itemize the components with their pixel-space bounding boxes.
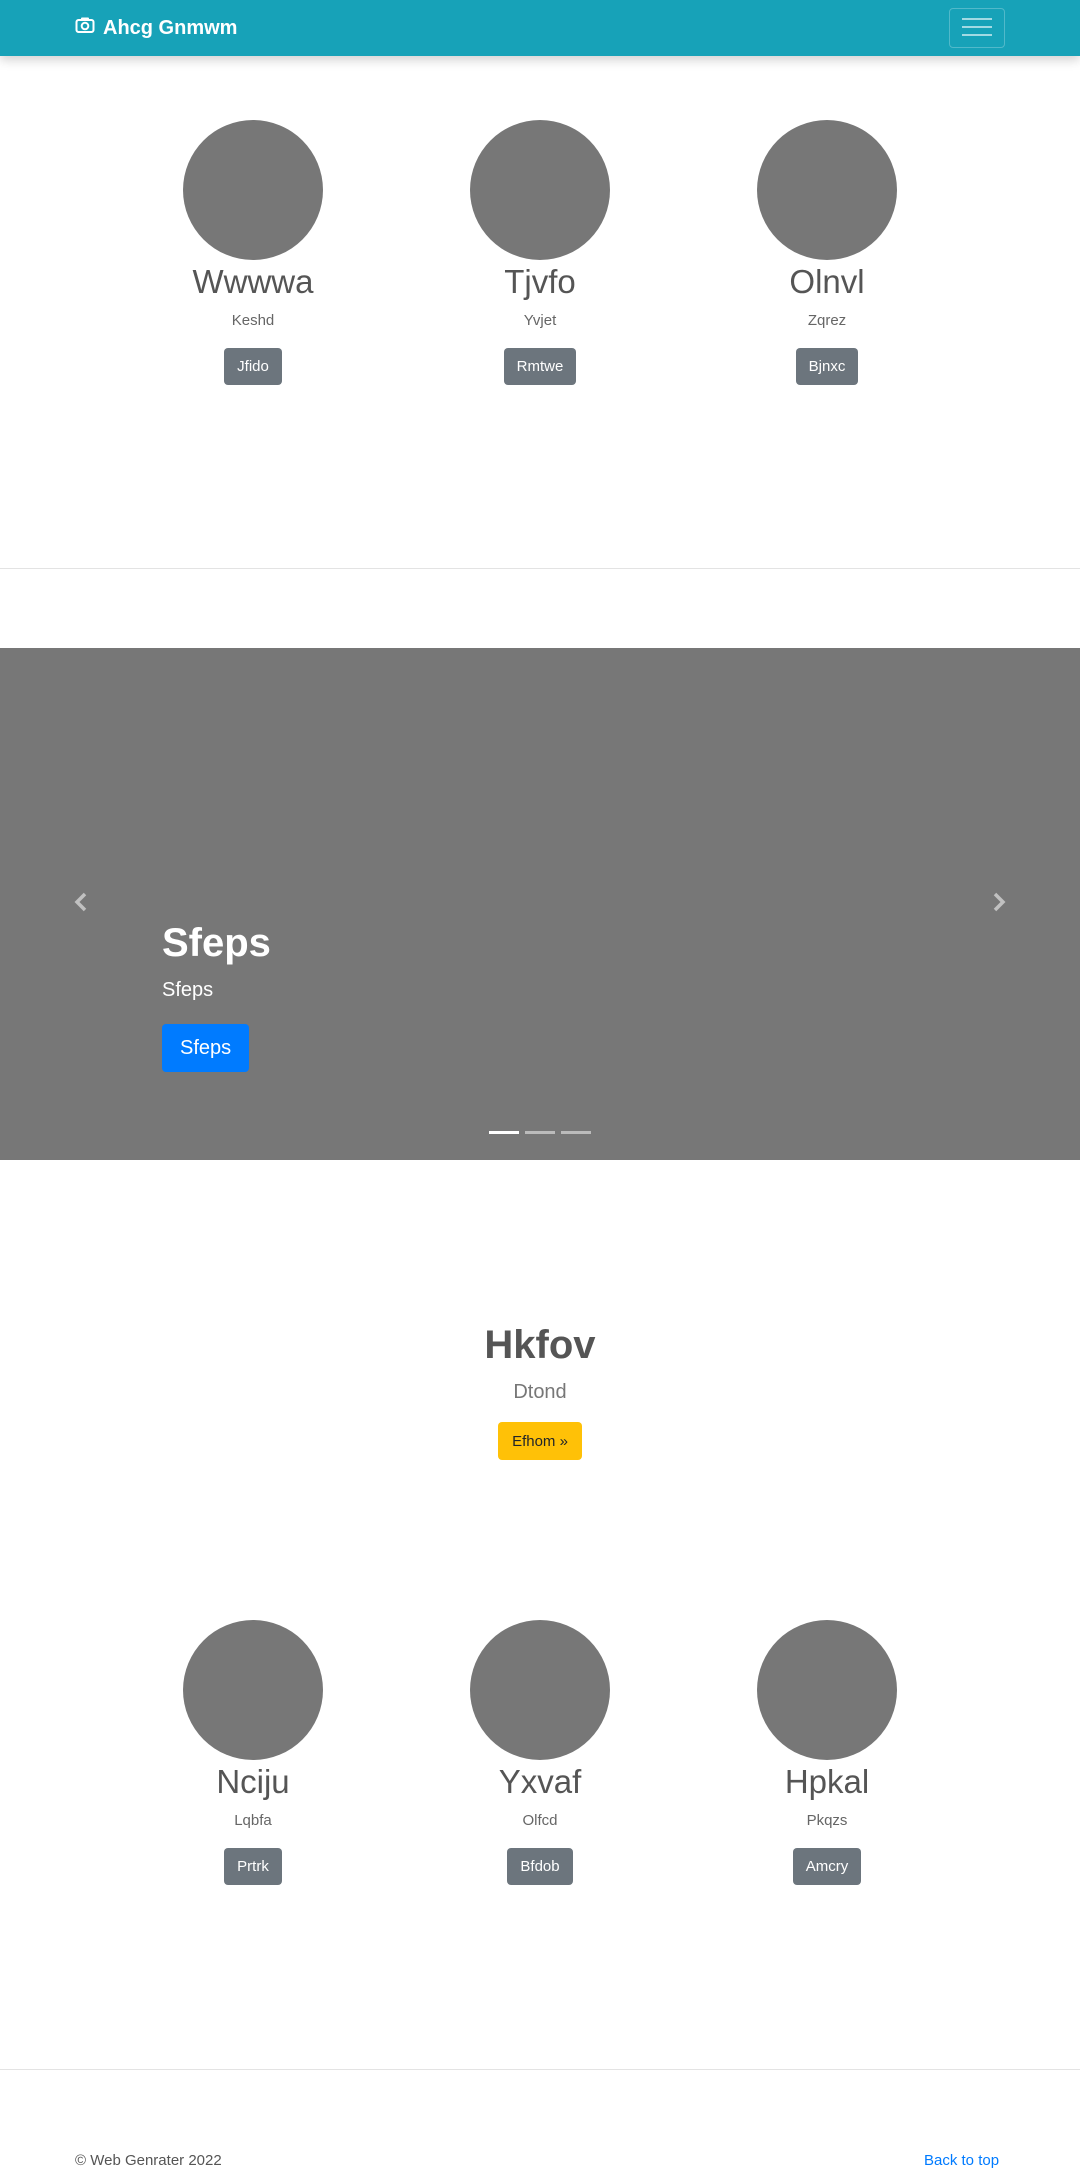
hamburger-menu-icon <box>962 16 992 41</box>
member-button[interactable]: Bfdob <box>507 1848 573 1885</box>
member-role: Pkqzs <box>806 1812 848 1829</box>
feature-button[interactable]: Efhom » <box>498 1422 582 1460</box>
avatar <box>757 1620 897 1760</box>
member-name: Nciju <box>216 1763 290 1800</box>
member-name: Wwwwa <box>192 263 314 300</box>
hero-carousel: Sfeps Sfeps Sfeps <box>0 648 1080 1160</box>
avatar <box>183 120 323 260</box>
feature-subtitle: Dtond <box>513 1381 567 1403</box>
avatar <box>757 120 897 260</box>
avatar <box>470 1620 610 1760</box>
avatar <box>183 1620 323 1760</box>
carousel-next-button[interactable] <box>979 884 1019 924</box>
brand-name: Ahcg Gnmwm <box>103 16 238 39</box>
member-button[interactable]: Jfido <box>224 348 282 385</box>
team-member: Olnvl Zqrez Bjnxc <box>707 120 947 385</box>
carousel-indicators <box>0 1131 1080 1134</box>
team-member: Yxvaf Olfcd Bfdob <box>420 1620 660 1885</box>
back-to-top-link[interactable]: Back to top <box>924 2152 999 2170</box>
chevron-left-icon <box>73 891 89 918</box>
member-role: Olfcd <box>522 1812 558 1829</box>
carousel-caption-title: Sfeps <box>162 921 271 965</box>
chevron-right-icon <box>991 891 1007 918</box>
carousel-indicator[interactable] <box>489 1131 519 1134</box>
member-name: Yxvaf <box>498 1763 582 1800</box>
member-role: Zqrez <box>807 312 847 329</box>
member-button[interactable]: Bjnxc <box>795 348 859 385</box>
member-button[interactable]: Prtrk <box>224 1848 282 1885</box>
member-button[interactable]: Rmtwe <box>503 348 577 385</box>
carousel-caption-button[interactable]: Sfeps <box>162 1024 250 1072</box>
carousel-caption-text: Sfeps <box>162 979 214 1001</box>
member-name: Tjvfo <box>504 263 576 300</box>
member-role: Lqbfa <box>234 1812 272 1829</box>
member-name: Hpkal <box>784 1763 870 1800</box>
navbar: Ahcg Gnmwm <box>0 0 1080 56</box>
member-name: Olnvl <box>789 263 865 300</box>
member-button[interactable]: Amcry <box>792 1848 862 1885</box>
team-member: Hpkal Pkqzs Amcry <box>707 1620 947 1885</box>
camera-icon <box>75 16 103 40</box>
team-member: Nciju Lqbfa Prtrk <box>133 1620 373 1885</box>
team-member: Wwwwa Keshd Jfido <box>133 120 373 385</box>
carousel-prev-button[interactable] <box>61 884 101 924</box>
footer-divider <box>0 2069 1080 2070</box>
section-divider <box>0 568 1080 569</box>
carousel-indicator[interactable] <box>561 1131 591 1134</box>
navbar-toggler-button[interactable] <box>949 8 1005 48</box>
member-role: Keshd <box>231 312 275 329</box>
avatar <box>470 120 610 260</box>
team-member: Tjvfo Yvjet Rmtwe <box>420 120 660 385</box>
member-role: Yvjet <box>523 312 557 329</box>
footer-copyright: © Web Genrater 2022 <box>75 2152 222 2169</box>
carousel-indicator[interactable] <box>525 1131 555 1134</box>
brand-link[interactable]: Ahcg Gnmwm <box>75 0 237 56</box>
feature-heading: Hkfov <box>484 1323 596 1367</box>
